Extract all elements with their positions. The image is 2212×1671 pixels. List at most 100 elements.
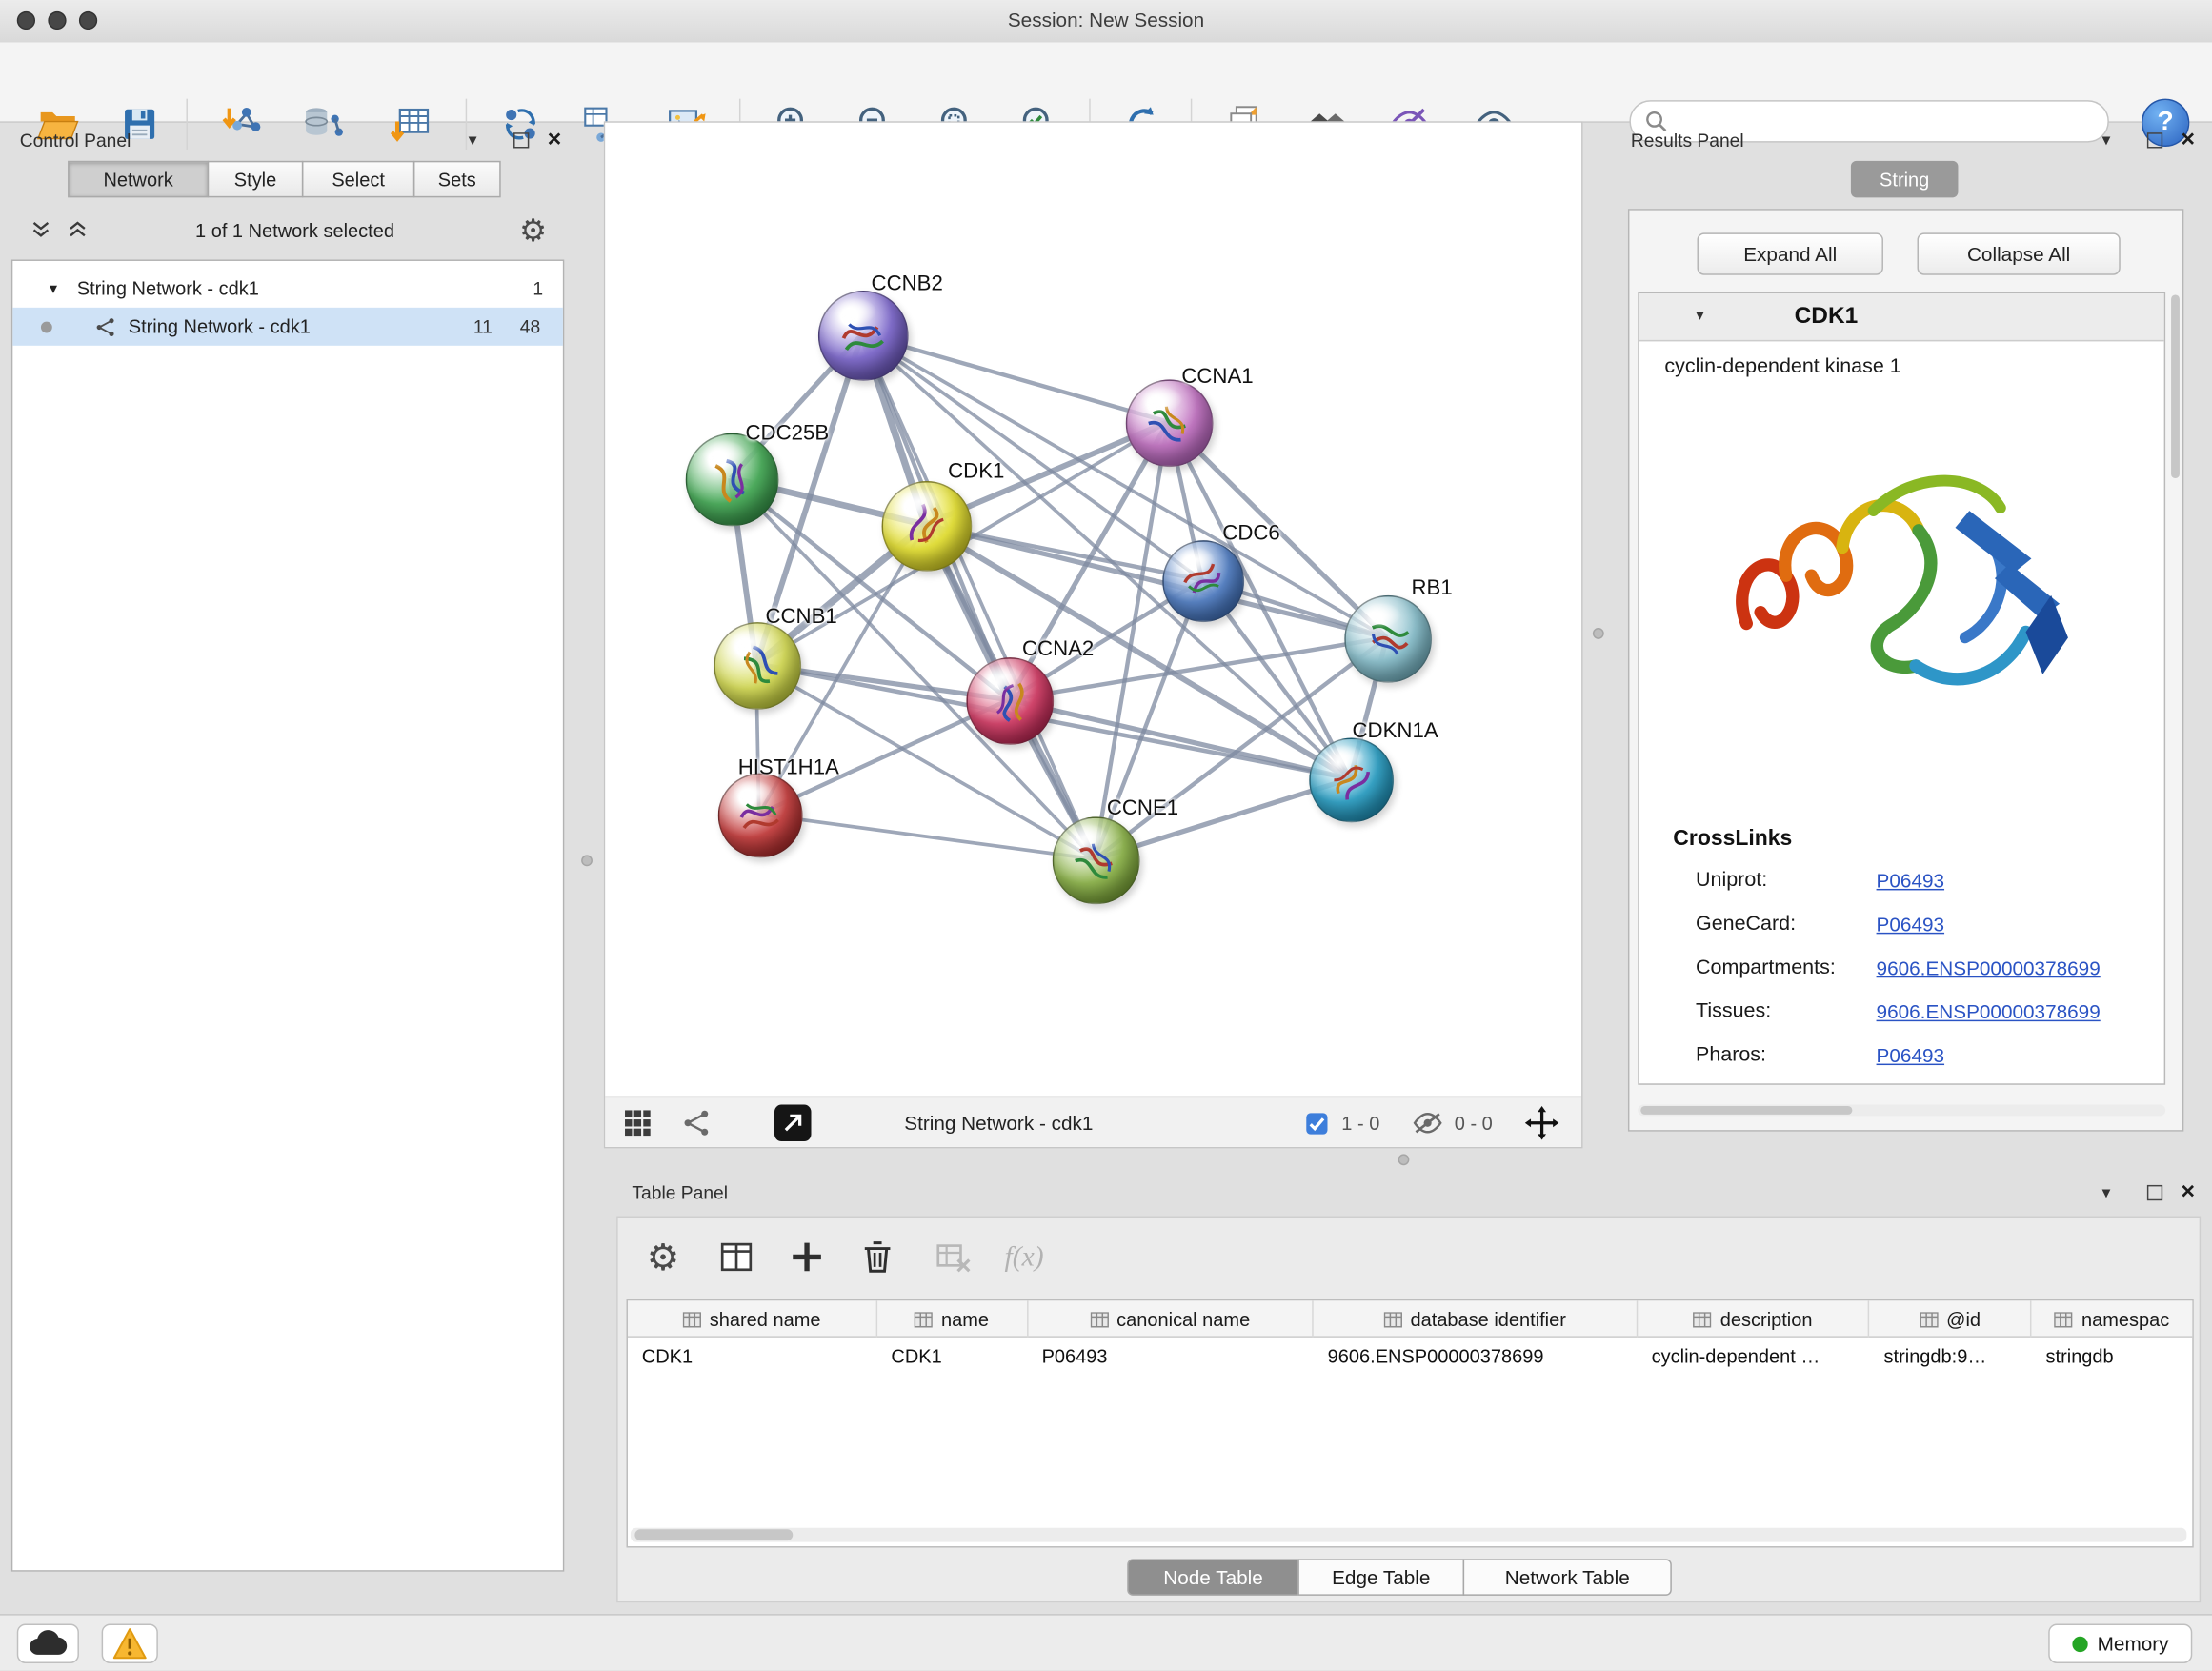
function-builder-button-disabled[interactable]: f(x) [995, 1229, 1052, 1285]
grid-icon [622, 1107, 654, 1138]
network-share-button[interactable] [681, 1097, 713, 1148]
column-header-namespace[interactable]: namespac [2032, 1300, 2193, 1338]
network-node-CCNB1[interactable] [714, 622, 801, 710]
cytoscape-window: Session: New Session [0, 0, 2212, 1670]
node-table: shared name name canonical name database… [627, 1299, 2194, 1548]
pan-mode-button[interactable] [1525, 1097, 1559, 1148]
delete-table-button-disabled[interactable] [925, 1229, 981, 1285]
network-node-CDC6[interactable] [1162, 540, 1244, 622]
cell-database-identifier: 9606.ENSP00000378699 [1314, 1338, 1638, 1375]
cell-namespace: stringdb [2032, 1338, 2193, 1375]
close-panel-icon[interactable]: × [2181, 1183, 2195, 1198]
network-edges[interactable] [605, 123, 1581, 1097]
tab-network[interactable]: Network [68, 161, 209, 198]
table-horizontal-scrollbar-thumb[interactable] [634, 1529, 793, 1540]
network-node-CDC25B[interactable] [686, 433, 779, 527]
float-panel-icon[interactable] [513, 132, 529, 148]
tab-style[interactable]: Style [208, 161, 304, 198]
cell-name: CDK1 [877, 1338, 1028, 1375]
protein-structure-thumbnail [734, 789, 787, 841]
collapse-all-networks-icon[interactable] [31, 220, 51, 247]
delete-column-button[interactable] [849, 1229, 905, 1285]
genecard-link[interactable]: P06493 [1877, 913, 1944, 936]
birdseye-view-button[interactable] [622, 1097, 654, 1148]
network-node-CCNA1[interactable] [1126, 379, 1214, 467]
cloud-button[interactable] [17, 1623, 79, 1662]
gene-card-header[interactable]: ▾ CDK1 [1639, 293, 2164, 341]
tab-network-table[interactable]: Network Table [1463, 1559, 1672, 1596]
network-icon [94, 315, 117, 338]
collapse-panel-icon[interactable]: ▾ [2101, 1182, 2110, 1202]
network-node-CDKN1A[interactable] [1309, 737, 1394, 822]
network-node-count: 11 [458, 316, 493, 337]
collapse-section-icon[interactable]: ▾ [1696, 305, 1704, 325]
right-splitter-handle[interactable] [1593, 628, 1604, 639]
export-network-button[interactable] [774, 1105, 812, 1142]
protein-structure-thumbnail [720, 629, 794, 703]
hidden-eye-icon[interactable] [1412, 1097, 1443, 1148]
column-header-database-identifier[interactable]: database identifier [1314, 1300, 1638, 1338]
horizontal-splitter-handle[interactable] [1398, 1154, 1410, 1165]
close-panel-icon[interactable]: × [548, 131, 562, 147]
expand-all-networks-icon[interactable] [68, 220, 88, 247]
column-header-canonical-name[interactable]: canonical name [1028, 1300, 1314, 1338]
crosslink-label: Compartments: [1696, 956, 1836, 979]
collapse-all-button[interactable]: Collapse All [1918, 232, 2121, 274]
crosslink-label: Pharos: [1696, 1044, 1766, 1067]
column-icon [915, 1311, 933, 1326]
tree-expander-icon[interactable]: ▾ [50, 279, 57, 297]
column-header-id[interactable]: @id [1870, 1300, 2032, 1338]
results-horizontal-scrollbar-track[interactable] [1638, 1105, 2165, 1117]
tab-edge-table[interactable]: Edge Table [1297, 1559, 1464, 1596]
network-node-CCNE1[interactable] [1053, 816, 1140, 904]
share-network-icon [681, 1107, 713, 1138]
show-columns-button[interactable] [708, 1229, 764, 1285]
network-node-CCNA2[interactable] [966, 657, 1054, 745]
results-horizontal-scrollbar-thumb[interactable] [1640, 1106, 1852, 1115]
pharos-link[interactable]: P06493 [1877, 1044, 1944, 1067]
network-tree: ▾ String Network - cdk1 1 String Network… [11, 259, 565, 1571]
network-node-HIST1H1A[interactable] [718, 774, 803, 858]
table-row[interactable]: CDK1 CDK1 P06493 9606.ENSP00000378699 cy… [628, 1338, 2192, 1375]
trash-icon [859, 1238, 896, 1276]
add-column-button[interactable] [778, 1229, 835, 1285]
column-header-shared-name[interactable]: shared name [628, 1300, 877, 1338]
uniprot-link[interactable]: P06493 [1877, 869, 1944, 892]
collapse-panel-icon[interactable]: ▾ [2101, 130, 2110, 150]
tab-sets[interactable]: Sets [413, 161, 501, 198]
tissues-link[interactable]: 9606.ENSP00000378699 [1877, 1000, 2101, 1023]
results-vertical-scrollbar[interactable] [2171, 295, 2180, 479]
network-label: String Network - cdk1 [129, 316, 311, 337]
expand-all-button[interactable]: Expand All [1697, 232, 1882, 274]
float-panel-icon[interactable] [2147, 1185, 2162, 1200]
gene-name: CDK1 [1795, 303, 1859, 330]
float-panel-icon[interactable] [2147, 132, 2162, 148]
collapse-panel-icon[interactable]: ▾ [469, 130, 477, 150]
crosslink-label: GeneCard: [1696, 913, 1796, 936]
memory-button[interactable]: Memory [2048, 1623, 2192, 1662]
network-canvas[interactable]: CCNB2CCNA1CDC25BCDK1CDC6RB1CCNB1CCNA2CDK… [605, 123, 1581, 1097]
warning-icon [111, 1626, 149, 1661]
tab-node-table[interactable]: Node Table [1127, 1559, 1299, 1596]
selected-checkbox-icon[interactable] [1305, 1097, 1329, 1148]
network-node-RB1[interactable] [1344, 595, 1432, 683]
network-node-CCNB2[interactable] [818, 291, 909, 381]
network-node-CDK1[interactable] [882, 481, 973, 572]
network-row[interactable]: String Network - cdk1 11 48 [12, 308, 563, 346]
network-selection-summary: 1 of 1 Network selected [112, 220, 476, 241]
column-header-description[interactable]: description [1638, 1300, 1870, 1338]
network-options-gear-icon[interactable]: ⚙ [519, 216, 547, 248]
columns-icon [718, 1238, 755, 1276]
compartments-link[interactable]: 9606.ENSP00000378699 [1877, 956, 2101, 979]
close-panel-icon[interactable]: × [2181, 131, 2195, 147]
warnings-button[interactable] [102, 1623, 158, 1662]
tab-string[interactable]: String [1851, 161, 1959, 198]
left-splitter-handle[interactable] [581, 855, 593, 866]
tab-select[interactable]: Select [302, 161, 414, 198]
table-horizontal-scrollbar-track[interactable] [631, 1528, 2186, 1542]
memory-status-dot [2072, 1636, 2087, 1651]
network-collection-row[interactable]: ▾ String Network - cdk1 1 [12, 270, 563, 308]
window-title: Session: New Session [0, 9, 2212, 31]
table-settings-button[interactable]: ⚙ [634, 1229, 691, 1285]
column-header-name[interactable]: name [877, 1300, 1028, 1338]
